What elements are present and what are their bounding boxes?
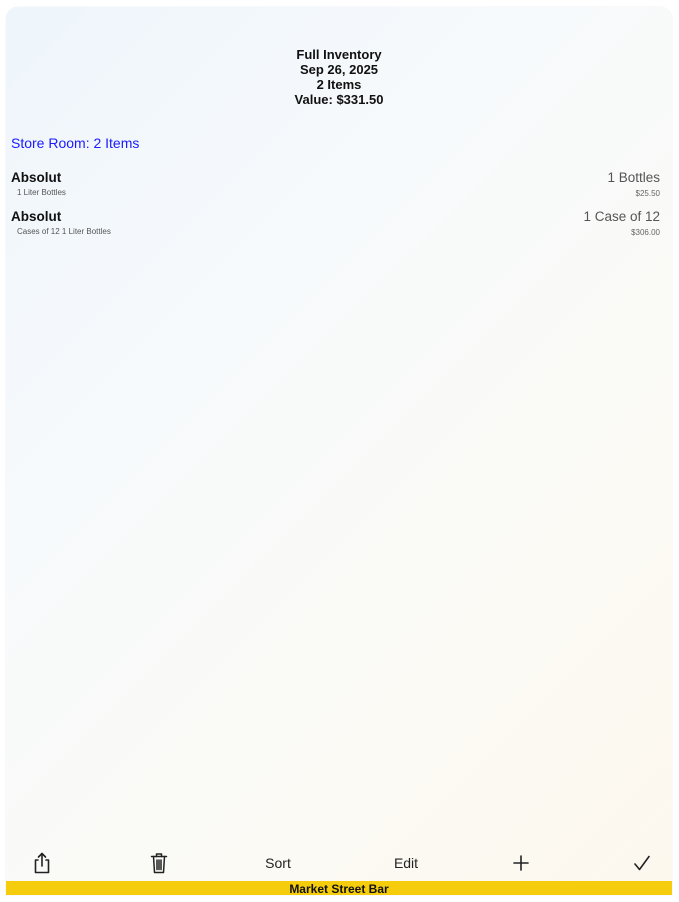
item-name: Absolut [11, 170, 62, 185]
item-quantity: 1 Case of 12 [583, 209, 660, 224]
list-item[interactable]: Absolut Cases of 12 1 Liter Bottles 1 Ca… [11, 209, 660, 245]
list-item[interactable]: Absolut 1 Liter Bottles 1 Bottles $25.50 [11, 170, 660, 206]
inventory-item-count: 2 Items [316, 77, 362, 92]
inventory-total-value: Value: $331.50 [294, 92, 384, 107]
plus-icon [512, 854, 530, 872]
section-store-room[interactable]: Store Room: 2 Items [11, 135, 139, 151]
bottom-toolbar: Sort Edit [6, 845, 672, 881]
item-description: Cases of 12 1 Liter Bottles [17, 227, 111, 236]
inventory-screen: Full Inventory Sep 26, 2025 2 Items Valu… [6, 7, 672, 895]
trash-icon [150, 852, 168, 874]
item-price: $306.00 [631, 228, 660, 237]
share-icon [33, 852, 51, 874]
inventory-date: Sep 26, 2025 [299, 62, 379, 77]
inventory-title: Full Inventory [296, 47, 382, 62]
location-bar: Market Street Bar [6, 881, 672, 895]
add-button[interactable] [509, 851, 533, 875]
item-name: Absolut [11, 209, 62, 224]
sort-button[interactable]: Sort [258, 851, 298, 875]
item-quantity: 1 Bottles [607, 170, 660, 185]
checkmark-icon [633, 854, 651, 872]
item-price: $25.50 [635, 189, 660, 198]
edit-button[interactable]: Edit [386, 851, 426, 875]
done-button[interactable] [630, 851, 654, 875]
share-button[interactable] [30, 851, 54, 875]
item-description: 1 Liter Bottles [17, 188, 66, 197]
delete-button[interactable] [147, 851, 171, 875]
inventory-header: Full Inventory Sep 26, 2025 2 Items Valu… [6, 47, 672, 107]
